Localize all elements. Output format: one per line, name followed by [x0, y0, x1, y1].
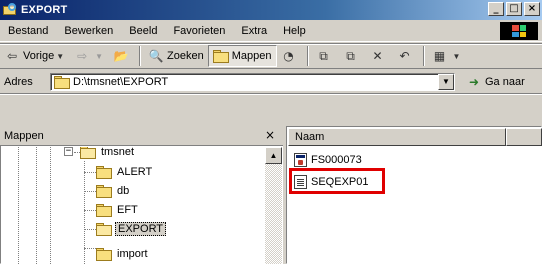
- scroll-up-button[interactable]: ▲: [265, 147, 282, 164]
- views-icon: ▦: [433, 49, 446, 63]
- file-item-fs000073[interactable]: FS000073: [294, 152, 362, 168]
- file-list-pane: [286, 126, 542, 264]
- folder-tree: − tmsnet ALERT db EFT EXPORT import: [0, 147, 265, 264]
- window-title: EXPORT: [21, 4, 68, 16]
- back-button[interactable]: ⇦ Vorige ▼: [0, 45, 70, 67]
- menu-beeld[interactable]: Beeld: [121, 25, 165, 37]
- go-label: Ga naar: [485, 76, 525, 88]
- folder-icon: [96, 204, 112, 217]
- tree-item-label: EFT: [117, 204, 138, 216]
- menu-bar: Bestand Bewerken Beeld Favorieten Extra …: [0, 20, 542, 42]
- copy-to-button[interactable]: ⧉: [339, 45, 366, 67]
- folders-pane-title: Mappen: [4, 129, 44, 142]
- column-header-name[interactable]: Naam: [288, 128, 506, 146]
- go-arrow-icon: ➜: [468, 75, 480, 89]
- go-button[interactable]: ➜ Ga naar: [466, 73, 525, 91]
- menu-bestand[interactable]: Bestand: [0, 25, 56, 37]
- column-header-label: Naam: [295, 131, 325, 143]
- folder-icon: [96, 248, 112, 261]
- undo-button[interactable]: ↶: [393, 45, 420, 67]
- tree-line: [84, 248, 96, 249]
- tree-line: [84, 172, 96, 173]
- folder-tree-scrollbar[interactable]: ▲: [265, 147, 282, 264]
- search-label: Zoeken: [167, 50, 204, 62]
- windows-logo-icon: [500, 22, 538, 40]
- address-bar: Adres D:\tmsnet\EXPORT ▼ ➜ Ga naar: [0, 70, 542, 94]
- folder-icon: [54, 76, 70, 89]
- tree-item-label: db: [117, 185, 130, 197]
- explorer-folder-icon: [3, 3, 17, 17]
- tree-line: [84, 191, 96, 192]
- file-name: FS000073: [311, 154, 362, 166]
- column-header-next[interactable]: [506, 128, 542, 146]
- up-folder-button[interactable]: 📂: [109, 45, 136, 67]
- folder-open-icon: [96, 223, 112, 236]
- minimize-button[interactable]: _: [488, 2, 504, 16]
- forward-button[interactable]: ⇨ ▼: [70, 45, 109, 67]
- tree-item-label: ALERT: [117, 166, 153, 178]
- move-to-icon: ⧉: [319, 49, 328, 63]
- delete-icon: ✕: [372, 49, 383, 63]
- tree-item-label: EXPORT: [115, 222, 167, 236]
- address-dropdown-button[interactable]: ▼: [438, 74, 454, 90]
- close-button[interactable]: ×: [524, 2, 540, 16]
- up-folder-icon: 📂: [113, 49, 129, 63]
- tree-line: [50, 147, 51, 264]
- toolbar-separator: [139, 46, 142, 66]
- tree-line: [36, 147, 37, 264]
- tree-item-eft[interactable]: EFT: [96, 201, 140, 219]
- window-controls: _ □ ×: [488, 2, 540, 16]
- menu-favorieten[interactable]: Favorieten: [165, 25, 233, 37]
- search-icon: 🔍: [148, 49, 164, 63]
- views-button[interactable]: ▦ ▼: [428, 45, 467, 67]
- tree-item-export[interactable]: EXPORT: [96, 220, 167, 238]
- close-icon[interactable]: ×: [265, 128, 275, 142]
- back-label: Vorige: [23, 50, 55, 62]
- highlight-annotation: [289, 168, 385, 194]
- folders-label: Mappen: [231, 50, 272, 62]
- forward-arrow-icon: ⇨: [77, 49, 88, 63]
- tree-item-db[interactable]: db: [96, 182, 131, 200]
- undo-icon: ↶: [399, 49, 410, 63]
- copy-to-icon: ⧉: [346, 49, 355, 63]
- toolbar: ⇦ Vorige ▼ ⇨ ▼ 📂 🔍 Zoeken Mappen ◔ ⧉ ⧉ ✕…: [0, 43, 542, 69]
- address-label: Adres: [4, 75, 33, 88]
- history-button[interactable]: ◔: [277, 45, 304, 67]
- tree-item-label: tmsnet: [101, 147, 135, 158]
- move-to-button[interactable]: ⧉: [312, 45, 339, 67]
- folders-button[interactable]: Mappen: [207, 45, 277, 67]
- search-button[interactable]: 🔍 Zoeken: [144, 45, 208, 67]
- menu-bewerken[interactable]: Bewerken: [56, 25, 121, 37]
- title-bar: EXPORT _ □ ×: [0, 0, 542, 20]
- executable-icon: [294, 153, 307, 167]
- tree-line: [84, 229, 96, 230]
- tree-item-tmsnet[interactable]: tmsnet: [80, 147, 136, 161]
- toolbar-separator: [306, 46, 309, 66]
- toolbar-separator: [422, 46, 425, 66]
- folder-icon: [96, 185, 112, 198]
- folder-icon: [96, 166, 112, 179]
- tree-item-alert[interactable]: ALERT: [96, 163, 154, 181]
- views-dropdown-icon[interactable]: ▼: [453, 52, 461, 61]
- folder-open-icon: [80, 147, 96, 159]
- maximize-button[interactable]: □: [506, 2, 522, 16]
- tree-item-label: import: [117, 248, 148, 260]
- history-icon: ◔: [283, 49, 294, 63]
- folders-pane-header: Mappen ×: [0, 126, 283, 146]
- menu-help[interactable]: Help: [275, 25, 314, 37]
- back-arrow-icon: ⇦: [6, 49, 18, 63]
- menu-extra[interactable]: Extra: [233, 25, 275, 37]
- forward-dropdown-icon[interactable]: ▼: [95, 52, 103, 61]
- tree-line: [84, 210, 96, 211]
- address-value: D:\tmsnet\EXPORT: [73, 76, 169, 88]
- collapse-toggle[interactable]: −: [64, 147, 73, 156]
- back-dropdown-icon[interactable]: ▼: [56, 52, 64, 61]
- folders-icon: [212, 50, 229, 63]
- delete-button[interactable]: ✕: [366, 45, 393, 67]
- address-input[interactable]: D:\tmsnet\EXPORT ▼: [50, 73, 455, 91]
- tree-item-import[interactable]: import: [96, 245, 150, 263]
- tree-line: [18, 147, 19, 264]
